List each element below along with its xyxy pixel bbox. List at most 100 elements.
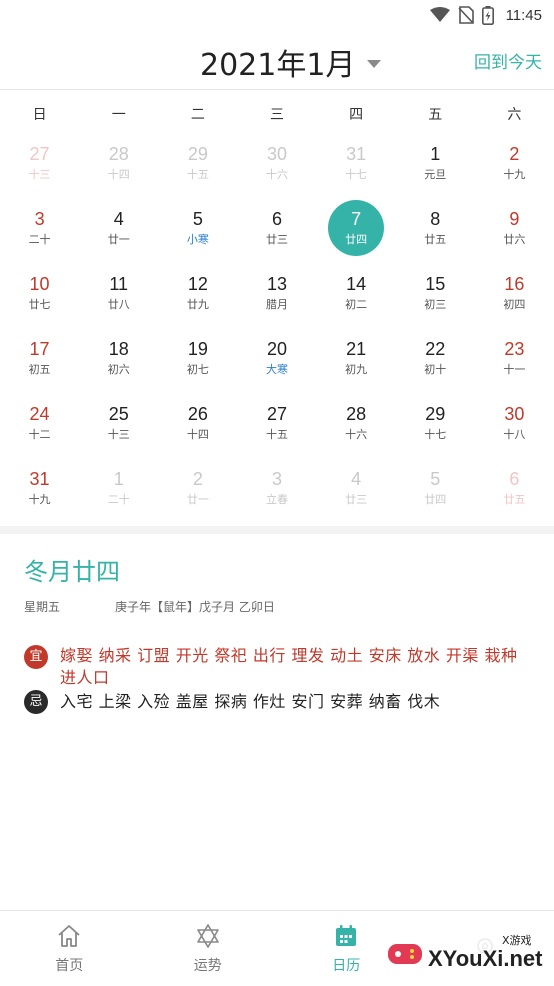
lunar-day: 廿五 xyxy=(503,492,526,506)
day-number: 16 xyxy=(504,273,525,294)
calendar-day[interactable]: 8 廿五 xyxy=(396,195,475,260)
calendar-day[interactable]: 26 十四 xyxy=(158,390,237,455)
calendar-day[interactable]: 1 元旦 xyxy=(396,130,475,195)
day-number: 6 xyxy=(271,208,282,229)
day-number: 18 xyxy=(108,338,129,359)
day-number: 1 xyxy=(430,143,441,164)
weekday-label: 日 xyxy=(32,107,47,123)
lunar-day: 初三 xyxy=(424,297,447,311)
calendar-grid: 27 十三 28 十四 29 十五 30 十六 31 十七 1 元旦 2 十九 3 二十 4 廿一 5 小寒 6 廿三 7 廿… xyxy=(0,130,554,520)
day-number: 1 xyxy=(113,468,124,489)
calendar-day[interactable]: 28 十四 xyxy=(79,130,158,195)
lunar-day: 廿三 xyxy=(265,232,288,246)
calendar-day[interactable]: 1 二十 xyxy=(79,455,158,520)
lunar-day: 初九 xyxy=(345,362,368,376)
lunar-day: 初十 xyxy=(424,362,447,376)
weekday-label: 四 xyxy=(349,107,364,123)
star-of-david-icon xyxy=(196,923,219,948)
day-number: 31 xyxy=(29,468,50,489)
back-to-today-button[interactable]: 回到今天 xyxy=(474,48,542,73)
calendar-day[interactable]: 14 初二 xyxy=(317,260,396,325)
calendar-day[interactable]: 5 廿四 xyxy=(396,455,475,520)
lunar-day: 十九 xyxy=(503,167,526,181)
lunar-day: 廿八 xyxy=(107,297,130,311)
calendar-day[interactable]: 27 十三 xyxy=(0,130,79,195)
lunar-day: 大寒 xyxy=(265,362,288,376)
calendar-icon xyxy=(336,924,357,946)
calendar-day[interactable]: 24 十二 xyxy=(0,390,79,455)
calendar-day[interactable]: 16 初四 xyxy=(475,260,554,325)
calendar-day[interactable]: 28 十六 xyxy=(317,390,396,455)
calendar-day[interactable]: 30 十六 xyxy=(237,130,316,195)
calendar-day[interactable]: 5 小寒 xyxy=(158,195,237,260)
auspicious-badge: 宜 xyxy=(24,645,48,669)
lunar-day: 十三 xyxy=(107,427,130,441)
month-picker[interactable]: 2021年1月 xyxy=(200,40,382,84)
day-number: 26 xyxy=(187,403,208,424)
nav-fortune[interactable]: 运势 xyxy=(139,911,278,986)
lunar-day: 二十 xyxy=(107,492,130,506)
calendar-day[interactable]: 11 廿八 xyxy=(79,260,158,325)
weekday-label: 二 xyxy=(190,107,205,123)
calendar-day[interactable]: 6 廿三 xyxy=(237,195,316,260)
calendar-day[interactable]: 29 十七 xyxy=(396,390,475,455)
calendar-day[interactable]: 13 腊月 xyxy=(237,260,316,325)
calendar-day[interactable]: 6 廿五 xyxy=(475,455,554,520)
calendar-day[interactable]: 30 十八 xyxy=(475,390,554,455)
nav-fortune-label: 运势 xyxy=(193,957,222,974)
lunar-day: 初五 xyxy=(28,362,51,376)
calendar-day[interactable]: 10 廿七 xyxy=(0,260,79,325)
calendar-day[interactable]: 23 十一 xyxy=(475,325,554,390)
calendar-day[interactable]: 18 初六 xyxy=(79,325,158,390)
weekday-label: 五 xyxy=(428,107,443,123)
calendar-day[interactable]: 4 廿三 xyxy=(317,455,396,520)
day-number: 29 xyxy=(187,143,208,164)
calendar-day-selected[interactable]: 7 廿四 xyxy=(317,195,396,260)
lunar-day: 腊月 xyxy=(265,297,288,311)
calendar-day[interactable]: 17 初五 xyxy=(0,325,79,390)
weekday-label: 一 xyxy=(111,107,126,123)
nav-home[interactable]: 首页 xyxy=(0,911,139,986)
lunar-day: 二十 xyxy=(28,232,51,246)
calendar-day[interactable]: 21 初九 xyxy=(317,325,396,390)
calendar-day[interactable]: 31 十九 xyxy=(0,455,79,520)
lunar-day: 十五 xyxy=(186,167,209,181)
calendar-day[interactable]: 2 廿一 xyxy=(158,455,237,520)
calendar-day[interactable]: 27 十五 xyxy=(237,390,316,455)
day-number: 27 xyxy=(29,143,50,164)
lunar-day: 元旦 xyxy=(424,167,447,181)
lunar-day: 立春 xyxy=(265,492,288,506)
calendar-day[interactable]: 29 十五 xyxy=(158,130,237,195)
calendar-day[interactable]: 4 廿一 xyxy=(79,195,158,260)
day-number: 23 xyxy=(504,338,525,359)
watermark-main: XYouXi.net xyxy=(428,946,543,971)
calendar-day[interactable]: 3 立春 xyxy=(237,455,316,520)
calendar-day[interactable]: 22 初十 xyxy=(396,325,475,390)
weekday-text: 星期五 xyxy=(24,600,61,614)
ganzhi-text: 庚子年【鼠年】戊子月 乙卯日 xyxy=(115,600,275,614)
calendar-day[interactable]: 25 十三 xyxy=(79,390,158,455)
calendar-day[interactable]: 3 二十 xyxy=(0,195,79,260)
calendar-day[interactable]: 2 十九 xyxy=(475,130,554,195)
lunar-day: 初六 xyxy=(107,362,130,376)
lunar-day: 初二 xyxy=(345,297,368,311)
day-number: 30 xyxy=(504,403,525,424)
lunar-day: 廿一 xyxy=(186,492,209,506)
lunar-day: 十九 xyxy=(28,492,51,506)
calendar-day[interactable]: 20 大寒 xyxy=(237,325,316,390)
day-number: 27 xyxy=(266,403,287,424)
day-number: 13 xyxy=(266,273,287,294)
day-number: 25 xyxy=(108,403,129,424)
calendar-day[interactable]: 19 初七 xyxy=(158,325,237,390)
calendar-day[interactable]: 12 廿九 xyxy=(158,260,237,325)
day-number: 7 xyxy=(351,208,362,229)
weekday-header: 日 一 二 三 四 五 六 xyxy=(0,100,554,130)
lunar-day: 十四 xyxy=(186,427,209,441)
calendar-day[interactable]: 15 初三 xyxy=(396,260,475,325)
calendar-day[interactable]: 31 十七 xyxy=(317,130,396,195)
calendar-day[interactable]: 9 廿六 xyxy=(475,195,554,260)
day-number: 30 xyxy=(266,143,287,164)
lunar-day: 十五 xyxy=(265,427,288,441)
battery-charging-icon xyxy=(481,5,494,25)
auspicious-row: 宜 嫁娶 纳采 订盟 开光 祭祀 出行 理发 动土 安床 放水 开渠 栽种 进人… xyxy=(24,645,534,689)
